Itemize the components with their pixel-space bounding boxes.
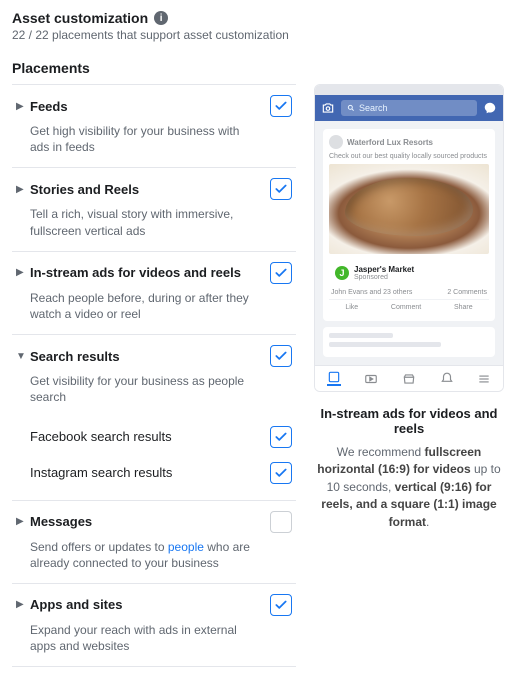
placement-messages[interactable]: ▶ Messages Send offers or updates to peo… <box>12 501 296 584</box>
preview-post: Waterford Lux Resorts Check out our best… <box>323 129 495 321</box>
placement-desc: Reach people before, during or after the… <box>30 290 292 322</box>
sponsor-name: Jasper's Market <box>354 265 414 274</box>
sponsor-sub: Sponsored <box>354 274 414 281</box>
sub-placement-facebook-search[interactable]: Facebook search results <box>16 416 292 452</box>
people-link[interactable]: people <box>168 540 204 554</box>
placement-label: Stories and Reels <box>30 182 264 197</box>
menu-tab-icon <box>477 372 491 386</box>
sponsor-logo: J <box>335 266 349 280</box>
comment-action: Comment <box>391 304 421 311</box>
sub-placement-label: Instagram search results <box>30 465 264 480</box>
sub-placement-label: Facebook search results <box>30 429 264 444</box>
placements-count: 22 / 22 placements that support asset cu… <box>12 28 504 42</box>
chevron-right-icon: ▶ <box>16 101 30 112</box>
preview-actions: Like Comment Share <box>329 299 489 315</box>
preview-post-name: Waterford Lux Resorts <box>347 138 433 147</box>
page-title: Asset customization i <box>12 10 168 26</box>
ad-preview: Search Waterford Lux Resorts Check out o… <box>314 84 504 392</box>
placement-desc: Get high visibility for your business wi… <box>30 123 292 155</box>
recommendation-title: In-stream ads for videos and reels <box>314 406 504 436</box>
placement-label: Feeds <box>30 99 264 114</box>
chevron-right-icon: ▶ <box>16 267 30 278</box>
chevron-right-icon: ▶ <box>16 599 30 610</box>
preview-skeleton <box>323 327 495 357</box>
placement-checkbox[interactable] <box>270 462 292 484</box>
placement-checkbox[interactable] <box>270 262 292 284</box>
feed-tab-icon <box>327 372 341 386</box>
avatar <box>329 135 343 149</box>
placements-list: ▶ Feeds Get high visibility for your bus… <box>12 84 296 667</box>
preview-search: Search <box>341 100 477 116</box>
placement-label: Messages <box>30 514 264 529</box>
placement-label: Apps and sites <box>30 597 264 612</box>
placement-checkbox[interactable] <box>270 345 292 367</box>
placement-search-results[interactable]: ▼ Search results Get visibility for your… <box>12 335 296 500</box>
preview-tabbar <box>315 365 503 391</box>
bell-tab-icon <box>440 372 454 386</box>
phone-statusbar <box>315 85 503 95</box>
messenger-icon <box>483 101 497 115</box>
preview-topbar: Search <box>315 95 503 121</box>
placement-checkbox[interactable] <box>270 178 292 200</box>
preview-engagement: John Evans and 23 others 2 Comments <box>329 286 489 296</box>
chevron-down-icon: ▼ <box>16 351 30 362</box>
placement-feeds[interactable]: ▶ Feeds Get high visibility for your bus… <box>12 84 296 168</box>
placements-heading: Placements <box>12 60 504 76</box>
placement-checkbox[interactable] <box>270 511 292 533</box>
chevron-right-icon: ▶ <box>16 516 30 527</box>
placement-checkbox[interactable] <box>270 95 292 117</box>
preview-sponsor-card: J Jasper's Market Sponsored <box>329 260 489 286</box>
placement-stories-reels[interactable]: ▶ Stories and Reels Tell a rich, visual … <box>12 168 296 251</box>
placement-apps-sites[interactable]: ▶ Apps and sites Expand your reach with … <box>12 584 296 667</box>
preview-post-image <box>329 164 489 254</box>
sub-placement-instagram-search[interactable]: Instagram search results <box>16 452 292 488</box>
placement-checkbox[interactable] <box>270 594 292 616</box>
recommendation-panel: In-stream ads for videos and reels We re… <box>314 406 504 531</box>
like-action: Like <box>345 304 358 311</box>
preview-post-caption: Check out our best quality locally sourc… <box>329 153 489 160</box>
placement-desc: Expand your reach with ads in external a… <box>30 622 292 654</box>
placement-instream[interactable]: ▶ In-stream ads for videos and reels Rea… <box>12 252 296 335</box>
camera-icon <box>321 101 335 115</box>
market-tab-icon <box>402 372 416 386</box>
preview-search-placeholder: Search <box>359 103 388 113</box>
placement-label: In-stream ads for videos and reels <box>30 265 264 280</box>
placement-label: Search results <box>30 349 264 364</box>
placement-desc: Send offers or updates to people who are… <box>30 539 292 571</box>
placement-desc: Tell a rich, visual story with immersive… <box>30 206 292 238</box>
share-action: Share <box>454 304 473 311</box>
info-icon[interactable]: i <box>154 11 168 25</box>
placement-checkbox[interactable] <box>270 426 292 448</box>
video-tab-icon <box>364 372 378 386</box>
chevron-right-icon: ▶ <box>16 184 30 195</box>
recommendation-body: We recommend fullscreen horizontal (16:9… <box>314 444 504 531</box>
page-title-text: Asset customization <box>12 10 148 26</box>
placement-desc: Get visibility for your business as peop… <box>30 373 292 405</box>
